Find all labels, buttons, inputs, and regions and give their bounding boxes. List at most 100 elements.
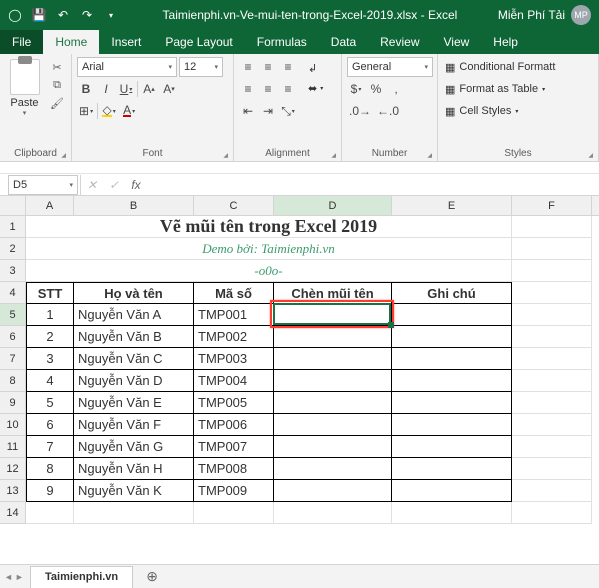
cell[interactable] <box>512 216 592 238</box>
cell-styles-button[interactable]: ▦Cell Styles▾ <box>443 101 557 121</box>
row-header-14[interactable]: 14 <box>0 502 26 524</box>
cell[interactable] <box>512 304 592 326</box>
row-header-1[interactable]: 1 <box>0 216 26 238</box>
col-header-E[interactable]: E <box>392 196 512 215</box>
col-header-D[interactable]: D <box>274 196 392 215</box>
cell[interactable]: TMP006 <box>194 414 274 436</box>
tab-home[interactable]: Home <box>43 30 99 54</box>
cell[interactable] <box>392 370 512 392</box>
cell[interactable] <box>392 304 512 326</box>
comma-format-icon[interactable]: , <box>387 79 405 99</box>
row-header-10[interactable]: 10 <box>0 414 26 436</box>
copy-icon[interactable]: ⧉ <box>48 77 66 93</box>
cell[interactable] <box>274 458 392 480</box>
cell[interactable]: STT <box>26 282 74 304</box>
cell[interactable] <box>274 370 392 392</box>
decrease-font-icon[interactable]: A▾ <box>160 79 178 99</box>
cell[interactable]: Nguyễn Văn E <box>74 392 194 414</box>
borders-button[interactable]: ⊞▾ <box>77 101 95 121</box>
cell[interactable]: 1 <box>26 304 74 326</box>
undo-icon[interactable]: ↶ <box>52 4 74 26</box>
format-as-table-button[interactable]: ▦Format as Table▾ <box>443 79 557 99</box>
italic-button[interactable]: I <box>97 79 115 99</box>
row-header-4[interactable]: 4 <box>0 282 26 304</box>
increase-font-icon[interactable]: A▴ <box>140 79 158 99</box>
wrap-text-button[interactable]: ↲ <box>305 59 326 77</box>
cell[interactable]: Ghi chú <box>392 282 512 304</box>
cell[interactable] <box>512 326 592 348</box>
cell[interactable] <box>392 326 512 348</box>
cell[interactable]: 7 <box>26 436 74 458</box>
row-headers[interactable]: 1234567891011121314 <box>0 216 26 524</box>
tab-formulas[interactable]: Formulas <box>245 30 319 54</box>
cell[interactable] <box>512 238 592 260</box>
accounting-format-icon[interactable]: $▾ <box>347 79 365 99</box>
autosave-toggle[interactable]: ◯ <box>4 4 26 26</box>
cell[interactable] <box>512 414 592 436</box>
cell[interactable] <box>512 436 592 458</box>
tab-data[interactable]: Data <box>319 30 368 54</box>
cell[interactable]: 8 <box>26 458 74 480</box>
cell[interactable]: Nguyễn Văn C <box>74 348 194 370</box>
percent-format-icon[interactable]: % <box>367 79 385 99</box>
cell[interactable] <box>392 392 512 414</box>
enter-icon[interactable]: ✓ <box>103 175 125 195</box>
cell[interactable]: Họ và tên <box>74 282 194 304</box>
font-size-combo[interactable]: 12▾ <box>179 57 223 77</box>
row-header-12[interactable]: 12 <box>0 458 26 480</box>
cell[interactable] <box>274 502 392 524</box>
cell[interactable] <box>274 436 392 458</box>
font-name-combo[interactable]: Arial▾ <box>77 57 177 77</box>
cell[interactable]: Chèn mũi tên <box>274 282 392 304</box>
cell[interactable]: TMP001 <box>194 304 274 326</box>
cell[interactable] <box>26 502 74 524</box>
cell[interactable]: Nguyễn Văn K <box>74 480 194 502</box>
font-color-button[interactable]: A▾ <box>120 101 138 121</box>
cell[interactable]: Nguyễn Văn G <box>74 436 194 458</box>
cell[interactable]: TMP003 <box>194 348 274 370</box>
worksheet[interactable]: ABCDEF 1234567891011121314 Vẽ mũi tên tr… <box>0 196 599 564</box>
fill-handle[interactable] <box>388 322 394 328</box>
decrease-decimal-icon[interactable]: ←.0 <box>375 101 401 121</box>
cell[interactable] <box>512 502 592 524</box>
col-header-A[interactable]: A <box>26 196 74 215</box>
cell[interactable]: TMP007 <box>194 436 274 458</box>
save-icon[interactable]: 💾 <box>28 4 50 26</box>
cell[interactable] <box>392 480 512 502</box>
row-header-6[interactable]: 6 <box>0 326 26 348</box>
cell[interactable] <box>274 326 392 348</box>
row-header-5[interactable]: 5 <box>0 304 26 326</box>
cancel-icon[interactable]: ✕ <box>81 175 103 195</box>
cell[interactable] <box>392 458 512 480</box>
cell[interactable] <box>392 436 512 458</box>
cell[interactable]: Nguyễn Văn H <box>74 458 194 480</box>
cell[interactable] <box>392 502 512 524</box>
qat-dropdown-icon[interactable]: ▾ <box>100 4 122 26</box>
conditional-formatting-button[interactable]: ▦Conditional Formatt <box>443 57 557 77</box>
cell[interactable]: 5 <box>26 392 74 414</box>
increase-indent-icon[interactable]: ⇥ <box>259 101 277 121</box>
cell[interactable]: Mã số <box>194 282 274 304</box>
cell[interactable]: TMP002 <box>194 326 274 348</box>
row-header-11[interactable]: 11 <box>0 436 26 458</box>
cell[interactable] <box>74 502 194 524</box>
tab-review[interactable]: Review <box>368 30 431 54</box>
chevron-right-icon[interactable]: ► <box>15 572 24 582</box>
cell[interactable]: Nguyễn Văn F <box>74 414 194 436</box>
cell[interactable]: TMP004 <box>194 370 274 392</box>
underline-button[interactable]: U▾ <box>117 79 135 99</box>
column-headers[interactable]: ABCDEF <box>26 196 599 216</box>
avatar[interactable]: MP <box>571 5 591 25</box>
align-right-icon[interactable]: ≡ <box>279 79 297 99</box>
cell[interactable] <box>512 348 592 370</box>
grid[interactable]: Vẽ mũi tên trong Excel 2019Demo bởi: Tai… <box>26 216 599 564</box>
cell[interactable] <box>392 414 512 436</box>
select-all-corner[interactable] <box>0 196 26 216</box>
row-header-13[interactable]: 13 <box>0 480 26 502</box>
merge-center-button[interactable]: ⬌▾ <box>305 79 326 97</box>
tab-insert[interactable]: Insert <box>99 30 153 54</box>
align-bottom-icon[interactable]: ≡ <box>279 57 297 77</box>
row-header-3[interactable]: 3 <box>0 260 26 282</box>
cell[interactable]: TMP005 <box>194 392 274 414</box>
cell[interactable]: Nguyễn Văn B <box>74 326 194 348</box>
